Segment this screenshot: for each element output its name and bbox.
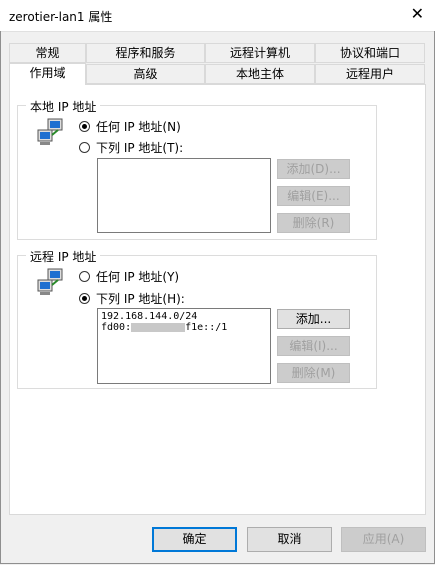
local-ip-title: 本地 IP 地址 — [26, 98, 101, 115]
tab-advanced[interactable]: 高级 — [86, 64, 205, 84]
local-list-label: 下列 IP 地址(T): — [96, 141, 184, 155]
local-add-button[interactable]: 添加(D)... — [277, 159, 350, 179]
remote-ip-title: 远程 IP 地址 — [26, 248, 101, 265]
close-icon[interactable]: ✕ — [411, 4, 424, 24]
local-any-radio[interactable] — [79, 121, 90, 132]
network-computers-icon — [37, 118, 63, 145]
remote-entry-2-prefix: fd00: — [101, 322, 132, 333]
local-ip-group: 本地 IP 地址 任何 IP 地址(N) 下列 IP 地址(T): 添加(D).… — [17, 98, 377, 240]
remote-list-radio[interactable] — [79, 293, 90, 304]
list-item[interactable]: 192.168.144.0/24 — [101, 311, 267, 322]
ok-button[interactable]: 确定 — [152, 527, 237, 552]
redacted-block — [131, 322, 186, 332]
tab-general[interactable]: 常规 — [9, 43, 86, 63]
tab-protocols-ports[interactable]: 协议和端口 — [315, 43, 425, 63]
remote-entry-2-suffix: f1e::/1 — [185, 322, 228, 333]
network-computers-icon — [37, 268, 63, 295]
local-edit-button[interactable]: 编辑(E)... — [277, 186, 350, 206]
local-remove-button[interactable]: 删除(R) — [277, 213, 350, 233]
window-title: zerotier-lan1 属性 — [9, 10, 113, 24]
remote-ip-listbox[interactable]: 192.168.144.0/24 fd00: f1e::/1 — [97, 308, 271, 384]
remote-any-label: 任何 IP 地址(Y) — [96, 270, 180, 284]
tab-scope[interactable]: 作用域 — [9, 63, 86, 85]
remote-list-option[interactable]: 下列 IP 地址(H): — [79, 290, 185, 307]
remote-edit-button[interactable]: 编辑(I)... — [277, 336, 350, 356]
remote-add-button[interactable]: 添加... — [277, 309, 350, 329]
remote-entry-1: 192.168.144.0/24 — [101, 311, 198, 322]
local-ip-listbox[interactable] — [97, 158, 271, 233]
remote-list-label: 下列 IP 地址(H): — [96, 292, 185, 306]
remote-any-option[interactable]: 任何 IP 地址(Y) — [79, 268, 179, 285]
local-any-option[interactable]: 任何 IP 地址(N) — [79, 118, 181, 135]
cancel-button[interactable]: 取消 — [247, 527, 332, 552]
tab-programs-services[interactable]: 程序和服务 — [86, 43, 205, 63]
local-list-option[interactable]: 下列 IP 地址(T): — [79, 139, 183, 156]
local-any-label: 任何 IP 地址(N) — [96, 120, 181, 134]
tab-remote-users[interactable]: 远程用户 — [315, 64, 425, 84]
remote-ip-group: 远程 IP 地址 任何 IP 地址(Y) 下列 IP 地址(H): 192.16… — [17, 248, 377, 389]
title-bar: zerotier-lan1 属性 ✕ — [0, 0, 435, 32]
scope-panel: 本地 IP 地址 任何 IP 地址(N) 下列 IP 地址(T): 添加(D).… — [9, 84, 426, 515]
remote-any-radio[interactable] — [79, 271, 90, 282]
local-list-radio[interactable] — [79, 142, 90, 153]
apply-button[interactable]: 应用(A) — [341, 527, 426, 552]
remote-remove-button[interactable]: 删除(M) — [277, 363, 350, 383]
list-item[interactable]: fd00: f1e::/1 — [101, 322, 267, 333]
tab-remote-computers[interactable]: 远程计算机 — [205, 43, 315, 63]
tab-local-principals[interactable]: 本地主体 — [205, 64, 315, 84]
